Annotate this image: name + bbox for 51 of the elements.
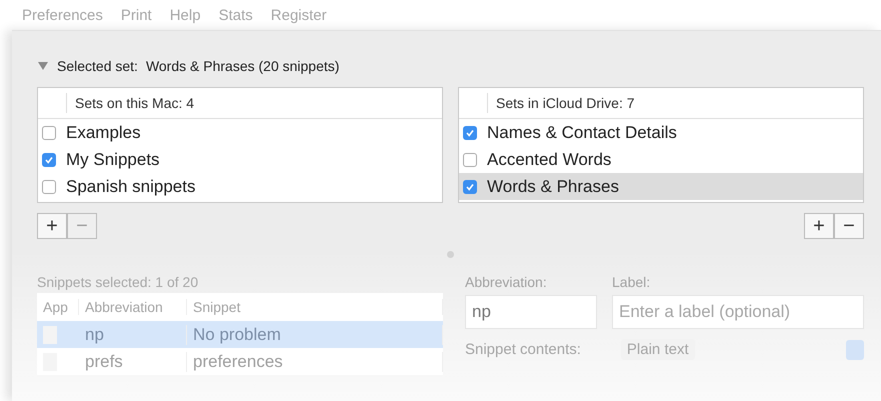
field-label: Snippet contents:	[465, 341, 581, 358]
table-cell: preferences	[187, 352, 443, 372]
menu-item[interactable]: Register	[270, 6, 327, 24]
remove-button[interactable]: −	[834, 213, 864, 239]
set-row[interactable]: Names & Contact Details	[459, 119, 863, 146]
label-field[interactable]: Enter a label (optional)	[612, 295, 864, 329]
menu-item[interactable]: Help	[170, 6, 201, 24]
add-button[interactable]: +	[37, 213, 67, 239]
table-cell: prefs	[79, 352, 187, 372]
field-label: Abbreviation:	[465, 274, 548, 290]
checkmark-icon	[465, 182, 475, 192]
menu-item[interactable]: Print	[120, 6, 152, 24]
checkmark-icon	[44, 154, 54, 164]
menu-item[interactable]: Stats	[218, 6, 253, 24]
set-row[interactable]: Words & Phrases	[459, 173, 863, 200]
list-header: Sets in iCloud Drive: 7	[496, 95, 635, 111]
set-row[interactable]: Accented Words	[459, 146, 863, 173]
app-icon	[43, 326, 57, 344]
table-cell: No problem	[187, 324, 443, 344]
snippets-count: Snippets selected: 1 of 20	[37, 274, 200, 291]
selected-set-label: Selected set:	[57, 58, 138, 74]
checkbox[interactable]	[42, 180, 56, 194]
set-name: Names & Contact Details	[487, 122, 677, 142]
column-header[interactable]: Abbreviation	[79, 299, 187, 315]
snippet-row[interactable]: np No problem	[37, 321, 443, 348]
checkmark-icon	[465, 128, 475, 138]
checkbox[interactable]	[463, 180, 477, 194]
checkbox[interactable]	[463, 152, 477, 166]
column-header[interactable]: App	[37, 299, 79, 315]
table-cell: np	[79, 324, 187, 344]
column-header[interactable]: Snippet	[187, 299, 443, 315]
list-header: Sets on this Mac: 4	[75, 95, 194, 111]
checkbox[interactable]	[463, 126, 477, 140]
selected-set-value: Words & Phrases (20 snippets)	[146, 58, 340, 74]
add-button[interactable]: +	[804, 213, 834, 239]
set-name: Examples	[66, 122, 141, 142]
abbreviation-field[interactable]: np	[465, 295, 597, 329]
set-name: Spanish snippets	[66, 176, 196, 196]
set-row[interactable]: Examples	[38, 119, 442, 146]
split-handle[interactable]	[447, 251, 454, 258]
set-row[interactable]: Spanish snippets	[38, 173, 442, 200]
checkbox[interactable]	[42, 152, 56, 166]
set-name: My Snippets	[66, 150, 160, 170]
menu-item[interactable]: Preferences	[22, 6, 103, 24]
snippet-row[interactable]: prefs preferences	[37, 348, 443, 375]
set-name: Accented Words	[487, 150, 612, 170]
set-row[interactable]: My Snippets	[38, 146, 442, 173]
field-label: Label:	[612, 274, 652, 290]
set-name: Words & Phrases	[487, 176, 619, 196]
checkbox[interactable]	[42, 126, 56, 140]
disclosure-triangle-icon[interactable]	[37, 61, 49, 71]
